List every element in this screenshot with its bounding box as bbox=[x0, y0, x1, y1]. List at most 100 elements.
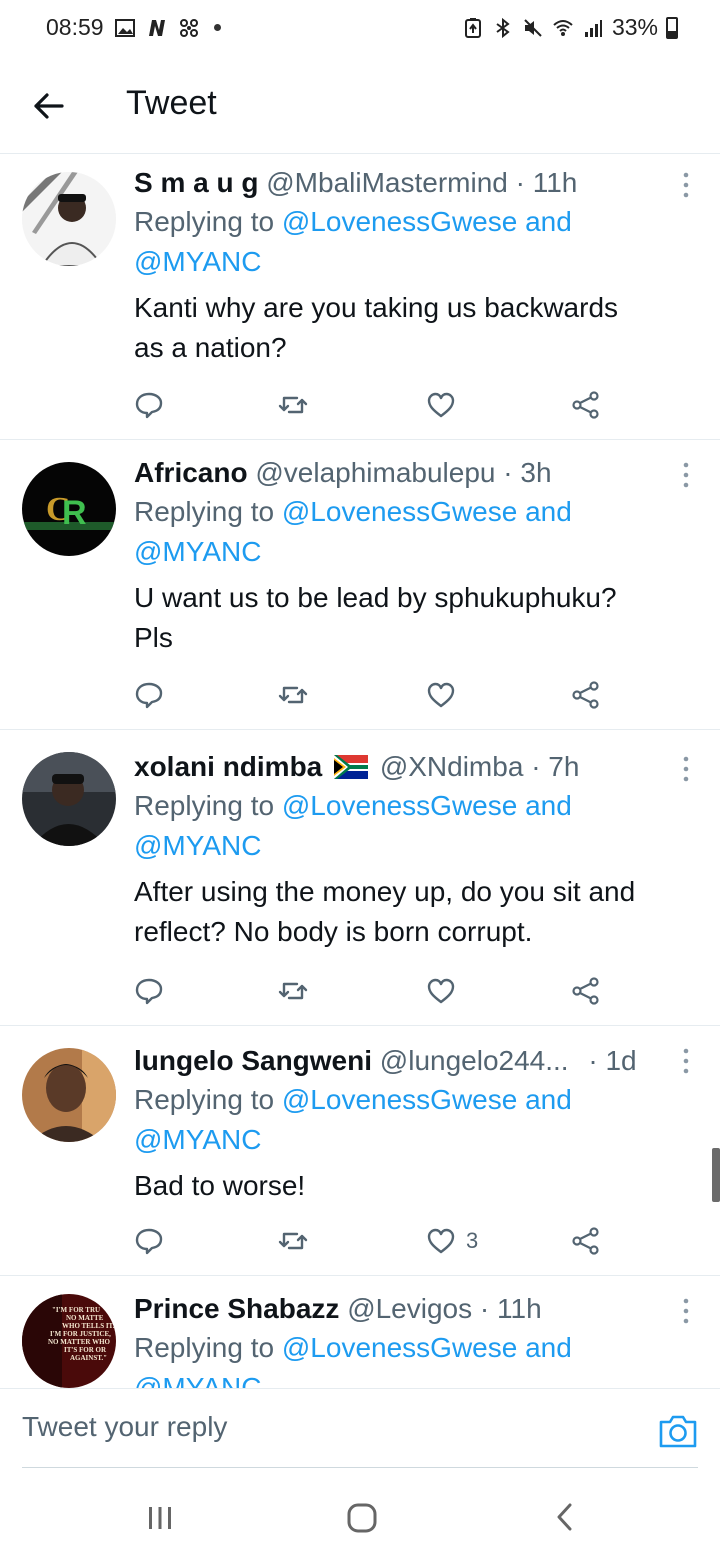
avatar-image bbox=[22, 1048, 116, 1142]
avatar[interactable] bbox=[22, 172, 116, 266]
svg-text:IT'S FOR OR: IT'S FOR OR bbox=[64, 1346, 107, 1354]
more-vertical-icon[interactable] bbox=[682, 1048, 690, 1074]
reply-button[interactable] bbox=[134, 678, 164, 712]
retweet-button[interactable] bbox=[278, 974, 308, 1008]
more-vertical-icon[interactable] bbox=[682, 756, 690, 782]
like-button[interactable] bbox=[426, 974, 466, 1008]
replying-to: Replying to @LovenessGwese and @MYANC bbox=[134, 1328, 680, 1388]
status-bar: 08:59 33% bbox=[0, 0, 720, 58]
reply-feed[interactable]: S m a u g @MbaliMastermind · 11h Replyin… bbox=[0, 154, 720, 1388]
app-header: Tweet bbox=[0, 58, 720, 154]
like-button[interactable]: 3 bbox=[426, 1224, 478, 1258]
replying-prefix: Replying to bbox=[134, 1084, 275, 1115]
display-name[interactable]: Africano bbox=[134, 457, 248, 488]
tweet-text-line: After using the money up, do you sit and bbox=[134, 876, 636, 907]
retweet-icon bbox=[278, 1232, 308, 1250]
more-vertical-icon[interactable] bbox=[682, 1298, 690, 1324]
user-handle[interactable]: @velaphimabulepu bbox=[255, 457, 495, 488]
share-button[interactable] bbox=[571, 388, 601, 422]
mention-link[interactable]: @MYANC bbox=[134, 536, 261, 567]
heart-icon bbox=[427, 978, 455, 1004]
mention-link[interactable]: @MYANC bbox=[134, 246, 261, 277]
share-button[interactable] bbox=[571, 974, 601, 1008]
scrollbar[interactable] bbox=[712, 1148, 720, 1202]
mention-link[interactable]: @MYANC bbox=[134, 1372, 261, 1388]
svg-text:NO MATTER WHO: NO MATTER WHO bbox=[48, 1338, 111, 1346]
tweet-text-line: Kanti why are you taking us backwards bbox=[134, 292, 619, 323]
user-handle[interactable]: @lungelo244... bbox=[380, 1045, 569, 1076]
svg-text:R: R bbox=[62, 494, 87, 532]
user-handle[interactable]: @XNdimba bbox=[380, 751, 524, 782]
tweet-text-line: Pls bbox=[134, 622, 173, 653]
avatar[interactable]: CR bbox=[22, 462, 116, 556]
mention-link[interactable]: @MYANC bbox=[134, 830, 261, 861]
like-count: 3 bbox=[466, 1228, 479, 1253]
share-icon bbox=[572, 1227, 599, 1255]
mention-link[interactable]: @MYANC bbox=[134, 1124, 261, 1155]
display-name[interactable]: S m a u g bbox=[134, 167, 258, 198]
tweet-card[interactable]: "I'M FOR TRU NO MATTE WHO TELLS IT. I'M FOR… bbox=[0, 1276, 720, 1388]
tweet-card[interactable]: S m a u g @MbaliMastermind · 11h Replyin… bbox=[0, 154, 720, 440]
share-icon bbox=[572, 681, 599, 709]
more-vertical-icon[interactable] bbox=[682, 462, 690, 488]
svg-text:AGAINST.": AGAINST." bbox=[70, 1354, 107, 1362]
retweet-button[interactable] bbox=[278, 1224, 308, 1258]
tweet-text: After using the money up, do you sit and… bbox=[134, 872, 680, 952]
heart-icon bbox=[427, 682, 455, 708]
camera-icon[interactable] bbox=[658, 1413, 698, 1449]
retweet-icon bbox=[278, 982, 308, 1000]
display-name[interactable]: xolani ndimba bbox=[134, 751, 322, 782]
back-arrow-icon[interactable] bbox=[28, 86, 68, 126]
replying-to: Replying to @LovenessGwese and @MYANC bbox=[134, 202, 680, 282]
avatar-image bbox=[22, 172, 116, 266]
mention-link[interactable]: @LovenessGwese and bbox=[282, 1084, 572, 1115]
reply-button[interactable] bbox=[134, 1224, 164, 1258]
display-name[interactable]: lungelo Sangweni bbox=[134, 1045, 372, 1076]
svg-text:"I'M FOR TRU: "I'M FOR TRU bbox=[52, 1306, 100, 1314]
fan-icon bbox=[179, 18, 198, 37]
retweet-button[interactable] bbox=[278, 388, 308, 422]
tweet-card[interactable]: lungelo Sangweni @lungelo244... · 1d Rep… bbox=[0, 1026, 720, 1276]
back-nav-icon[interactable] bbox=[554, 1502, 574, 1532]
reply-bubble-icon bbox=[135, 682, 163, 709]
tweet-card[interactable]: CR Africano @velaphimabulepu · 3h Replyi… bbox=[0, 440, 720, 730]
mention-link[interactable]: @LovenessGwese and bbox=[282, 496, 572, 527]
tweet-text-line: Bad to worse! bbox=[134, 1170, 306, 1201]
share-icon bbox=[572, 977, 599, 1005]
replying-prefix: Replying to bbox=[134, 790, 275, 821]
reply-button[interactable] bbox=[134, 974, 164, 1008]
notification-dot-icon bbox=[213, 24, 221, 31]
avatar[interactable] bbox=[22, 752, 116, 846]
tweet-actions bbox=[134, 388, 614, 422]
mute-icon bbox=[524, 18, 542, 37]
reply-button[interactable] bbox=[134, 388, 164, 422]
mention-link[interactable]: @LovenessGwese and bbox=[282, 790, 572, 821]
home-icon[interactable] bbox=[346, 1502, 378, 1534]
user-handle[interactable]: @Levigos bbox=[347, 1293, 472, 1324]
more-vertical-icon[interactable] bbox=[682, 172, 690, 198]
like-button[interactable] bbox=[426, 678, 466, 712]
retweet-button[interactable] bbox=[278, 678, 308, 712]
reply-bubble-icon bbox=[135, 1228, 163, 1255]
page-title: Tweet bbox=[126, 84, 217, 122]
display-name[interactable]: Prince Shabazz bbox=[134, 1293, 339, 1324]
like-button[interactable] bbox=[426, 388, 466, 422]
tweet-actions: 3 bbox=[134, 1224, 614, 1258]
reply-input[interactable]: Tweet your reply bbox=[22, 1411, 227, 1443]
tweet-text-line: U want us to be lead by sphukuphuku? bbox=[134, 582, 617, 613]
retweet-icon bbox=[278, 396, 308, 414]
reply-composer: Tweet your reply bbox=[0, 1388, 720, 1468]
heart-icon bbox=[427, 392, 455, 418]
user-handle[interactable]: @MbaliMastermind bbox=[266, 167, 508, 198]
tweet-card[interactable]: xolani ndimba @XNdimba · 7h Replying to … bbox=[0, 730, 720, 1026]
share-button[interactable] bbox=[571, 678, 601, 712]
avatar[interactable] bbox=[22, 1048, 116, 1142]
tweet-text-line: as a nation? bbox=[134, 332, 287, 363]
recent-apps-icon[interactable] bbox=[146, 1504, 174, 1532]
retweet-icon bbox=[278, 686, 308, 704]
mention-link[interactable]: @LovenessGwese and bbox=[282, 206, 572, 237]
tweet-time: · 3h bbox=[503, 457, 552, 488]
mention-link[interactable]: @LovenessGwese and bbox=[282, 1332, 572, 1363]
avatar[interactable]: "I'M FOR TRU NO MATTE WHO TELLS IT. I'M FOR… bbox=[22, 1294, 116, 1388]
share-button[interactable] bbox=[571, 1224, 601, 1258]
